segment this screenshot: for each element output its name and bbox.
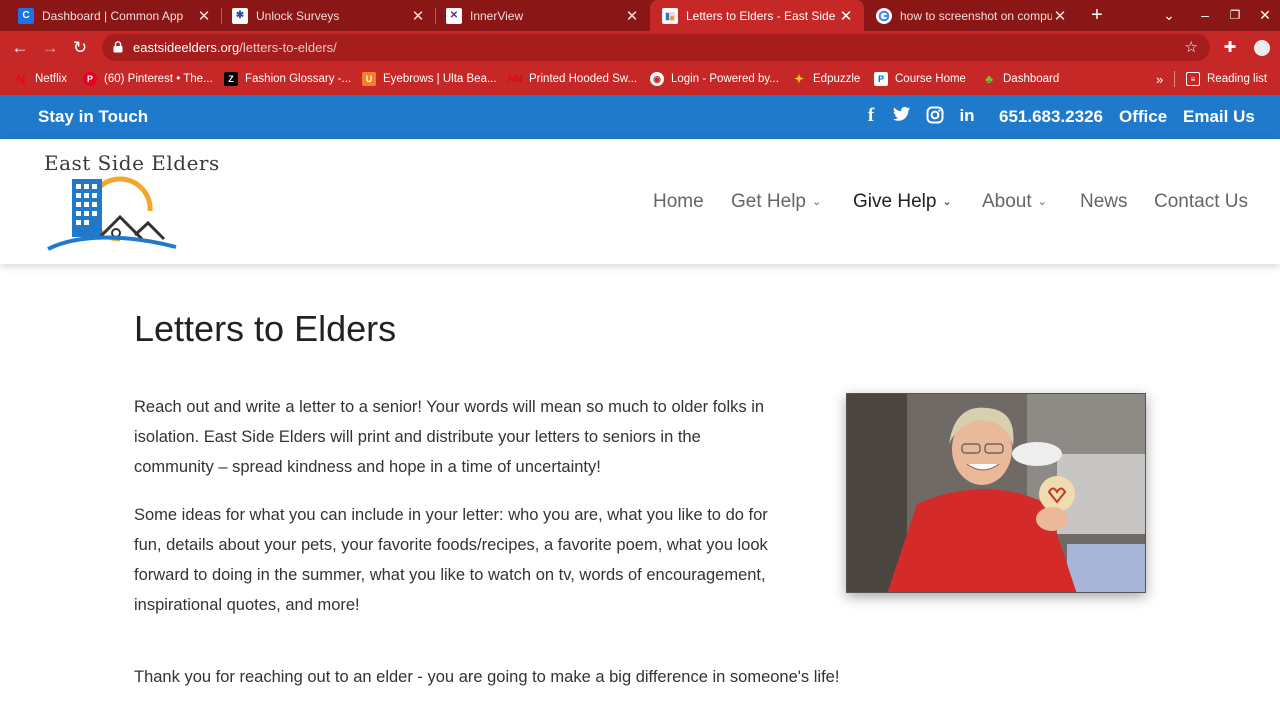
- address-bar[interactable]: eastsideelders.org/letters-to-elders/ ☆: [102, 34, 1210, 61]
- page-title: Letters to Elders: [134, 308, 397, 349]
- logo-graphic-icon: [47, 176, 177, 251]
- bookmark-item[interactable]: U Eyebrows | Ulta Bea...: [362, 70, 497, 88]
- url-text: eastsideelders.org/letters-to-elders/: [133, 40, 337, 55]
- nav-get-help[interactable]: Get Help ⌄: [731, 191, 821, 213]
- profile-avatar[interactable]: [1254, 40, 1270, 56]
- instagram-icon[interactable]: [925, 106, 945, 126]
- extensions-icon[interactable]: ✚: [1218, 36, 1242, 60]
- nav-news[interactable]: News: [1080, 191, 1128, 213]
- email-us-link[interactable]: Email Us: [1183, 107, 1255, 127]
- bookmark-item[interactable]: ♣ Dashboard: [982, 70, 1059, 88]
- restore-icon[interactable]: ❐: [1224, 4, 1246, 26]
- nav-home[interactable]: Home: [653, 191, 704, 213]
- bookmark-item[interactable]: Z Fashion Glossary -...: [224, 70, 351, 88]
- east-side-elders-logo[interactable]: East Side Elders: [40, 151, 219, 256]
- browser-tab[interactable]: ✕ InnerView ✕: [434, 0, 650, 31]
- hm-icon: HM: [508, 74, 522, 84]
- globe-icon: ◉: [650, 72, 664, 86]
- bookmarks-divider: [1174, 71, 1175, 87]
- bookmarks-bar: N Netflix P (60) Pinterest • The... Z Fa…: [0, 64, 1280, 95]
- reload-icon[interactable]: ↻: [68, 36, 92, 60]
- bookmark-item[interactable]: N Netflix: [14, 70, 67, 88]
- browser-toolbar: ← → ↻ eastsideelders.org/letters-to-elde…: [0, 31, 1280, 64]
- east-side-elders-icon: [662, 7, 678, 24]
- ideas-paragraph: Some ideas for what you can include in y…: [134, 506, 768, 614]
- ulta-icon: U: [362, 72, 376, 86]
- chevron-down-icon: ⌄: [942, 196, 952, 208]
- bookmark-item[interactable]: ✦ Edpuzzle: [792, 70, 860, 88]
- close-tab-icon[interactable]: ✕: [1052, 8, 1068, 25]
- tab-strip: C Dashboard | Common App ✕ ✱ Unlock Surv…: [0, 0, 1280, 31]
- reading-list-icon: ≡: [1186, 72, 1200, 86]
- bookmark-item[interactable]: ◉ Login - Powered by...: [650, 70, 779, 88]
- pinterest-icon: P: [83, 72, 97, 86]
- stay-in-touch-label: Stay in Touch: [38, 107, 149, 126]
- browser-tab[interactable]: how to screenshot on computer ✕: [864, 0, 1078, 31]
- netflix-icon: N: [16, 71, 26, 87]
- close-tab-icon[interactable]: ✕: [838, 8, 854, 25]
- chevron-down-icon: ⌄: [811, 196, 822, 208]
- unlock-surveys-icon: ✱: [232, 7, 248, 24]
- elder-photo: [846, 393, 1146, 593]
- bookmark-item[interactable]: P Course Home: [874, 70, 966, 88]
- main-content: Letters to Elders Reach out and write a …: [0, 264, 1280, 720]
- site-header: East Side Elders Home Get Help ⌄ Give Hel…: [0, 139, 1280, 264]
- new-tab-button[interactable]: +: [1086, 5, 1108, 27]
- browser-tab[interactable]: ✱ Unlock Surveys ✕: [220, 0, 436, 31]
- close-tab-icon[interactable]: ✕: [624, 8, 640, 25]
- zara-icon: Z: [224, 72, 238, 86]
- twitter-icon[interactable]: [892, 106, 912, 126]
- close-tab-icon[interactable]: ✕: [410, 8, 426, 25]
- thank-you-paragraph: Thank you for reaching out to an elder -…: [134, 668, 840, 686]
- browser-tab[interactable]: C Dashboard | Common App ✕: [6, 0, 222, 31]
- edpuzzle-icon: ✦: [793, 72, 805, 86]
- lock-icon: [113, 41, 123, 53]
- minimize-icon[interactable]: –: [1194, 4, 1216, 26]
- phone-link[interactable]: 651.683.2326: [999, 107, 1103, 127]
- dashboard-icon: ♣: [985, 72, 993, 86]
- bookmark-star-icon[interactable]: ☆: [1185, 38, 1198, 56]
- reading-list-button[interactable]: ≡ Reading list: [1186, 70, 1267, 88]
- nav-give-help[interactable]: Give Help ⌄: [853, 191, 952, 213]
- linkedin-icon[interactable]: in: [957, 106, 977, 126]
- innerview-icon: ✕: [446, 7, 462, 24]
- office-link[interactable]: Office: [1119, 107, 1167, 127]
- smiling-woman-holding-cookie-image: [847, 394, 1145, 592]
- common-app-icon: C: [18, 7, 34, 24]
- forward-icon[interactable]: →: [38, 36, 62, 60]
- window-close-icon[interactable]: ✕: [1254, 4, 1276, 26]
- bookmark-item[interactable]: P (60) Pinterest • The...: [83, 70, 213, 88]
- site-top-bar: Stay in Touch f in 651.683.2326 Office E…: [0, 95, 1280, 139]
- back-icon[interactable]: ←: [8, 36, 32, 60]
- facebook-icon[interactable]: f: [861, 106, 881, 126]
- tab-search-icon[interactable]: ⌄: [1158, 4, 1180, 26]
- browser-tab-active[interactable]: Letters to Elders - East Side Elders ✕: [650, 0, 864, 31]
- intro-paragraph: Reach out and write a letter to a senior…: [134, 398, 765, 476]
- pearson-icon: P: [874, 72, 888, 86]
- nav-about[interactable]: About ⌄: [982, 191, 1047, 213]
- bookmark-item[interactable]: HM Printed Hooded Sw...: [508, 70, 637, 88]
- nav-contact-us[interactable]: Contact Us: [1154, 191, 1248, 213]
- more-bookmarks-icon[interactable]: »: [1156, 70, 1163, 88]
- google-icon: [876, 7, 892, 24]
- chevron-down-icon: ⌄: [1037, 196, 1047, 208]
- close-tab-icon[interactable]: ✕: [196, 8, 212, 25]
